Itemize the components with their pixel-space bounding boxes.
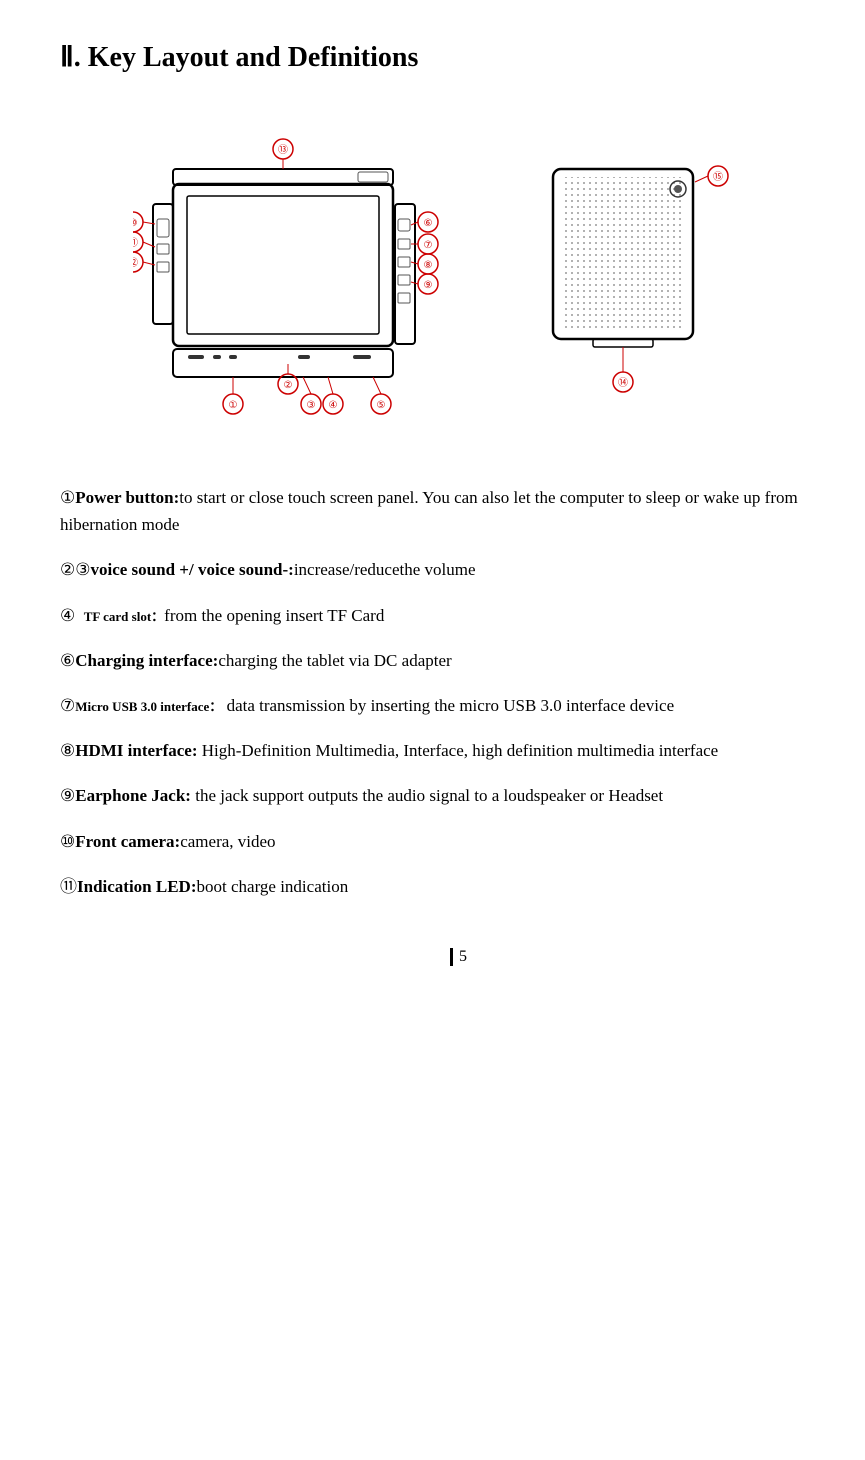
label-usb: Micro USB 3.0 interface：: [75, 699, 222, 714]
svg-text:⑪: ⑪: [133, 237, 138, 249]
svg-text:①: ①: [228, 400, 237, 411]
svg-text:⑦: ⑦: [423, 240, 432, 251]
tablet-front-diagram: ① ② ③ ④ ⑤ ⑥ ⑦ ⑧ ⑨ ⑩: [133, 114, 473, 434]
page-number: 5: [450, 948, 467, 966]
svg-text:④: ④: [328, 400, 337, 411]
svg-text:⑭: ⑭: [618, 377, 628, 389]
num-10: ⑩: [60, 832, 75, 851]
item-earphone: ⑨Earphone Jack: the jack support outputs…: [60, 782, 805, 809]
label-power: Power button:: [75, 488, 179, 507]
text-camera: camera, video: [180, 832, 275, 851]
page-title: Ⅱ. Key Layout and Definitions: [60, 40, 805, 74]
num-9: ⑨: [60, 786, 75, 805]
label-voice: voice sound +/ voice sound-:: [90, 560, 293, 579]
text-tf: from the opening insert TF Card: [164, 606, 384, 625]
svg-text:⑨: ⑨: [423, 280, 432, 291]
svg-text:⑬: ⑬: [278, 144, 288, 156]
num-23: ②③: [60, 560, 90, 579]
item-front-camera: ⑩Front camera:camera, video: [60, 828, 805, 855]
svg-text:⑮: ⑮: [713, 171, 723, 183]
item-hdmi: ⑧HDMI interface: High-Definition Multime…: [60, 737, 805, 764]
text-charging: charging the tablet via DC adapter: [218, 651, 451, 670]
label-camera: Front camera:: [75, 832, 180, 851]
item-charging: ⑥Charging interface:charging the tablet …: [60, 647, 805, 674]
svg-text:⑥: ⑥: [423, 218, 432, 229]
num-1: ①: [60, 488, 75, 507]
label-tf: TF card slot：: [84, 609, 164, 624]
label-hdmi: HDMI interface:: [75, 741, 197, 760]
tablet-back-diagram: ⑭ ⑮: [533, 114, 733, 434]
text-earphone: the jack support outputs the audio signa…: [191, 786, 663, 805]
text-voice: increase/reducethe volume: [294, 560, 476, 579]
svg-text:⑩: ⑩: [133, 218, 138, 229]
svg-text:⑤: ⑤: [376, 400, 385, 411]
num-6: ⑥: [60, 651, 75, 670]
text-led: boot charge indication: [197, 877, 349, 896]
svg-text:②: ②: [283, 380, 292, 391]
item-power-button: ①Power button:to start or close touch sc…: [60, 484, 805, 538]
num-11: ⑪: [60, 877, 77, 896]
label-led: Indication LED:: [77, 877, 197, 896]
diagram-area: ① ② ③ ④ ⑤ ⑥ ⑦ ⑧ ⑨ ⑩: [60, 104, 805, 444]
item-usb: ⑦Micro USB 3.0 interface： data transmiss…: [60, 692, 805, 719]
text-usb: data transmission by inserting the micro…: [222, 696, 674, 715]
item-tf-card: ④ TF card slot：from the opening insert T…: [60, 602, 805, 629]
page-number-container: 5: [60, 918, 805, 966]
item-led: ⑪Indication LED:boot charge indication: [60, 873, 805, 900]
svg-text:③: ③: [306, 400, 315, 411]
num-4: ④: [60, 606, 84, 625]
num-7: ⑦: [60, 696, 75, 715]
svg-text:⑫: ⑫: [133, 257, 138, 269]
svg-text:⑧: ⑧: [423, 260, 432, 271]
item-voice: ②③voice sound +/ voice sound-:increase/r…: [60, 556, 805, 583]
label-earphone: Earphone Jack:: [75, 786, 191, 805]
label-charging: Charging interface:: [75, 651, 218, 670]
num-8: ⑧: [60, 741, 75, 760]
text-hdmi: High-Definition Multimedia, Interface, h…: [198, 741, 719, 760]
content-section: ①Power button:to start or close touch sc…: [60, 484, 805, 900]
